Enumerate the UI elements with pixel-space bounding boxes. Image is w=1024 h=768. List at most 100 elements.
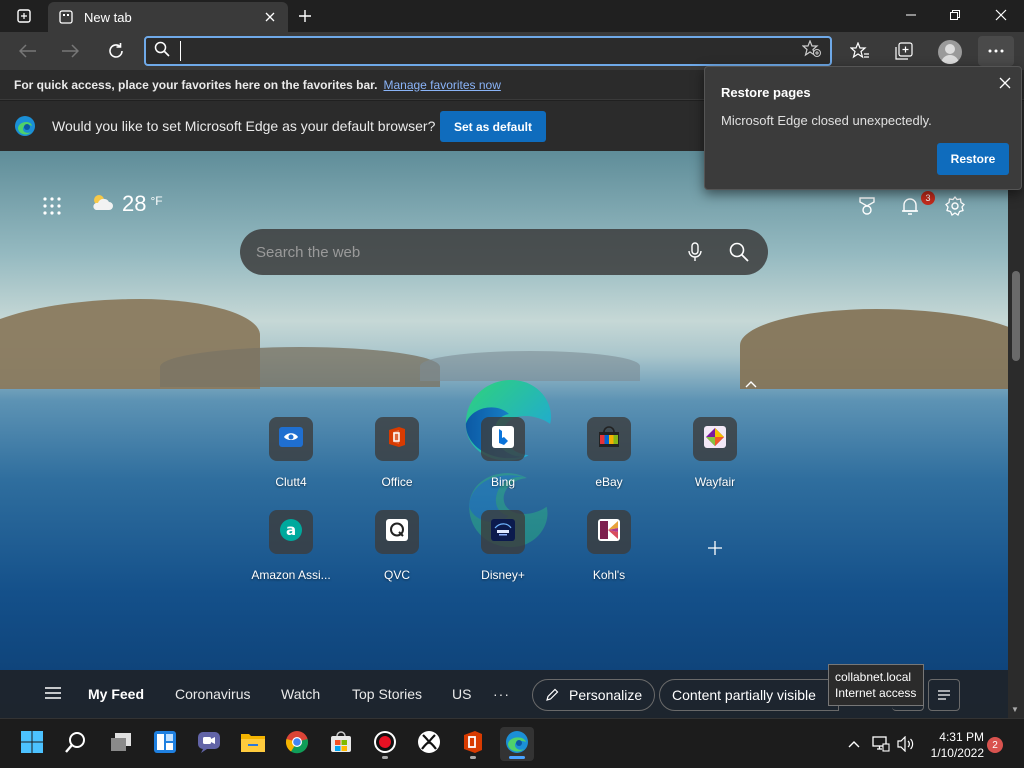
feed-tab-my-feed[interactable]: My Feed [88, 686, 144, 702]
close-tab-icon[interactable] [262, 9, 278, 25]
volume-icon[interactable] [897, 735, 915, 753]
rewards-icon[interactable] [854, 193, 880, 219]
running-indicator [470, 756, 476, 759]
quick-link-tile[interactable]: a Amazon Assi... [246, 510, 336, 582]
web-search-box[interactable] [240, 229, 768, 275]
tab-actions-icon[interactable] [8, 6, 40, 26]
settings-and-more-button[interactable] [978, 36, 1014, 66]
quick-link-tile[interactable]: Disney+ [458, 510, 548, 582]
quick-link-tile[interactable]: Clutt4 [246, 417, 336, 489]
layout-list-icon[interactable] [928, 679, 960, 711]
chrome-button[interactable] [280, 727, 314, 761]
amazon-assistant-icon: a [279, 518, 303, 547]
weather-widget[interactable]: 28 °F [90, 191, 163, 217]
network-icon[interactable] [872, 735, 890, 753]
new-tab-button[interactable] [292, 4, 318, 28]
close-window-button[interactable] [978, 0, 1024, 30]
microphone-icon[interactable] [682, 239, 708, 265]
restore-pages-popup: Restore pages Microsoft Edge closed unex… [704, 66, 1022, 190]
new-tab-page: 28 °F 3 Clutt4 [0, 151, 1008, 718]
gear-icon[interactable] [942, 193, 968, 219]
notification-center-badge[interactable]: 2 [987, 737, 1003, 753]
scrollbar-thumb[interactable] [1012, 271, 1020, 361]
folder-icon [240, 731, 266, 758]
xbox-button[interactable] [412, 727, 446, 761]
task-view-icon [109, 731, 133, 758]
edge-taskbar-button[interactable] [500, 727, 534, 761]
pencil-icon [545, 688, 559, 702]
chevron-up-icon[interactable] [742, 377, 760, 391]
minimize-button[interactable] [888, 0, 934, 30]
search-icon[interactable] [726, 239, 752, 265]
ebay-icon [597, 425, 621, 453]
quick-link-label: Office [381, 475, 413, 489]
record-icon [373, 730, 397, 759]
restore-popup-title: Restore pages [721, 85, 811, 100]
menu-icon[interactable] [44, 686, 64, 702]
running-indicator [382, 756, 388, 759]
page-scrollbar[interactable]: ▲ ▼ [1008, 151, 1024, 718]
start-button[interactable] [15, 727, 49, 761]
new-tab-page-icon [58, 9, 74, 25]
feed-tab-top-stories[interactable]: Top Stories [352, 686, 422, 702]
close-icon[interactable] [995, 73, 1015, 93]
feed-tab-us[interactable]: US [452, 686, 471, 702]
forward-button[interactable] [54, 36, 86, 66]
quick-link-tile[interactable]: eBay [564, 417, 654, 489]
qvc-icon [386, 518, 408, 546]
personalize-button[interactable]: Personalize [532, 679, 656, 711]
chevron-up-icon[interactable] [845, 735, 863, 753]
default-browser-message: Would you like to set Microsoft Edge as … [52, 118, 436, 134]
quick-link-tile[interactable]: QVC [352, 510, 442, 582]
refresh-button[interactable] [100, 36, 132, 66]
quick-link-tile[interactable]: Office [352, 417, 442, 489]
edge-logo-icon [14, 115, 36, 137]
tooltip-network-status: Internet access [835, 686, 917, 700]
scroll-down-icon[interactable]: ▼ [1011, 705, 1019, 714]
feed-tab-watch[interactable]: Watch [281, 686, 320, 702]
background-hill [740, 309, 1008, 389]
recorder-button[interactable] [368, 727, 402, 761]
set-as-default-button[interactable]: Set as default [440, 111, 546, 142]
quick-link-label: Amazon Assi... [251, 568, 331, 582]
quick-link-tile[interactable]: Bing [458, 417, 548, 489]
add-favorite-icon[interactable] [801, 38, 822, 63]
tab-title: New tab [84, 9, 132, 25]
web-search-input[interactable] [256, 243, 664, 261]
taskbar-search-button[interactable] [59, 727, 93, 761]
partly-cloudy-icon [90, 192, 114, 217]
search-icon [65, 731, 87, 758]
favorites-icon[interactable] [844, 36, 876, 66]
tab-new-tab[interactable]: New tab [48, 2, 288, 32]
teams-chat-button[interactable] [192, 727, 226, 761]
feed-more-button[interactable]: ··· [493, 686, 510, 702]
store-icon [329, 730, 353, 759]
address-bar[interactable] [144, 36, 832, 66]
restore-popup-message: Microsoft Edge closed unexpectedly. [721, 113, 932, 128]
content-visibility-dropdown[interactable]: Content partially visible [659, 679, 839, 711]
svg-text:a: a [286, 521, 296, 539]
microsoft-store-button[interactable] [324, 727, 358, 761]
restore-button[interactable]: Restore [937, 143, 1009, 175]
quick-link-tile[interactable]: Kohl's [564, 510, 654, 582]
collections-icon[interactable] [888, 36, 920, 66]
address-input[interactable] [180, 41, 802, 61]
restore-window-button[interactable] [932, 0, 978, 30]
office-button[interactable] [456, 727, 490, 761]
app-launcher-icon[interactable] [40, 194, 64, 218]
file-explorer-button[interactable] [236, 727, 270, 761]
widgets-button[interactable] [148, 727, 182, 761]
back-button[interactable] [12, 36, 44, 66]
kohls-icon [598, 518, 620, 546]
manage-favorites-link[interactable]: Manage favorites now [383, 78, 500, 92]
profile-avatar[interactable] [938, 40, 962, 64]
system-clock[interactable]: 4:31 PM 1/10/2022 [924, 729, 984, 761]
task-view-button[interactable] [104, 727, 138, 761]
add-site-icon[interactable] [702, 535, 728, 561]
quick-link-label: Disney+ [481, 568, 525, 582]
weather-temperature: 28 [122, 191, 147, 216]
notifications-bell-icon[interactable] [897, 193, 923, 219]
quick-link-tile[interactable]: Wayfair [670, 417, 760, 489]
feed-tab-coronavirus[interactable]: Coronavirus [175, 686, 250, 702]
office-icon [462, 730, 484, 759]
